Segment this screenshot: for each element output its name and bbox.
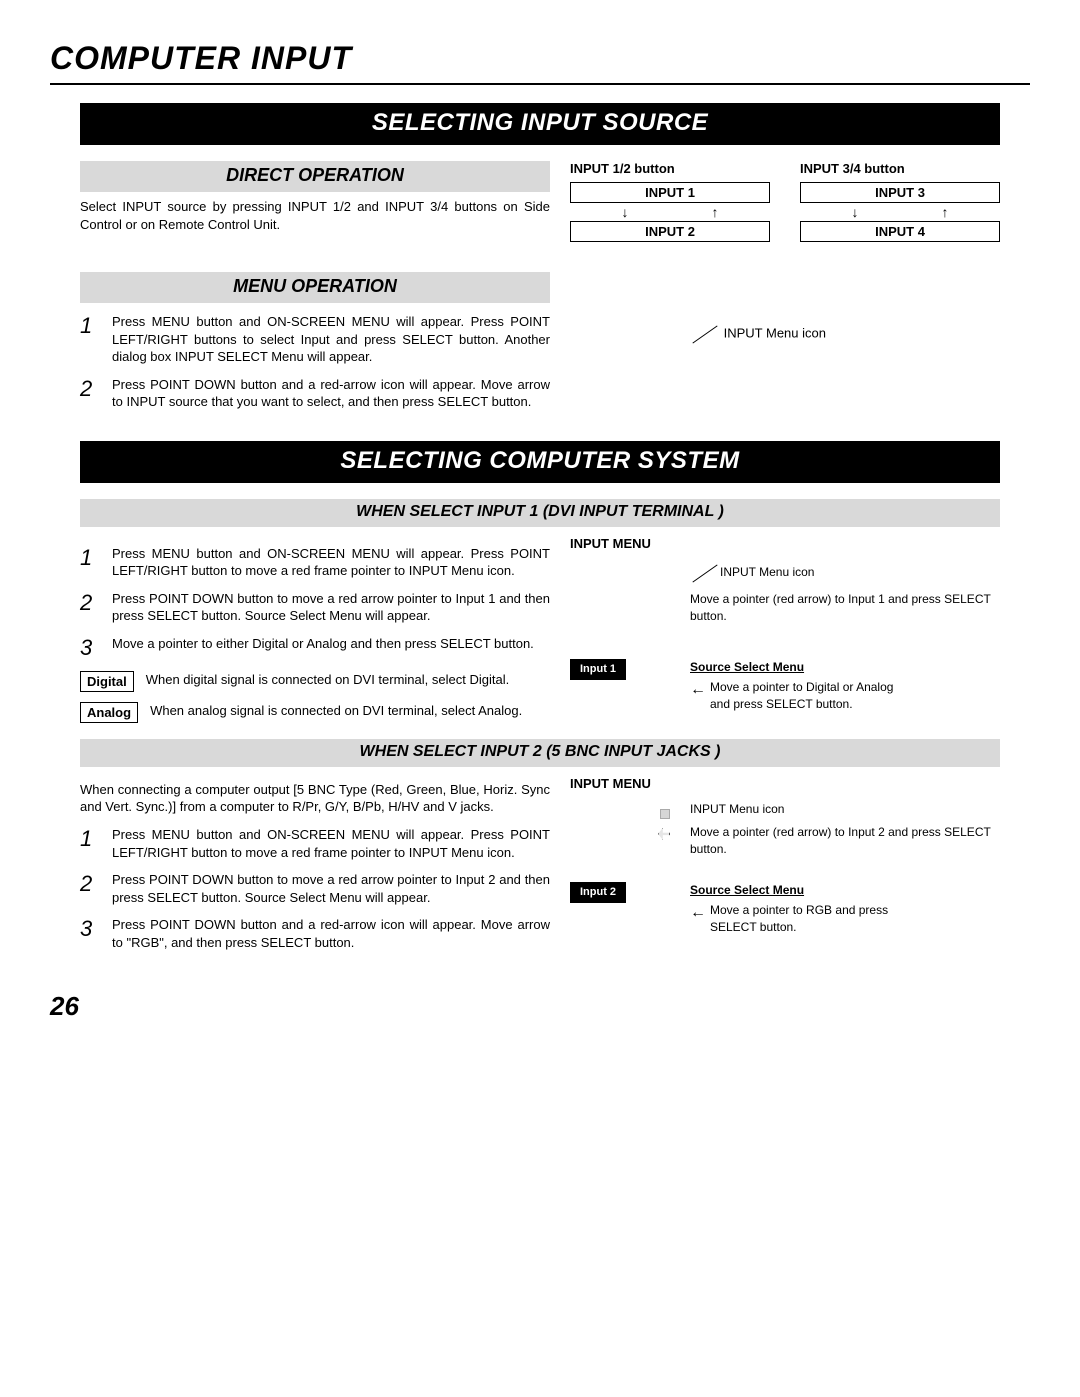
input-menu-title: INPUT MENU: [570, 775, 1000, 793]
input-menu-icon-label: INPUT Menu icon: [724, 325, 826, 340]
input34-header: INPUT 3/4 button: [800, 161, 1000, 176]
menu-op-step2: Press POINT DOWN button and a red-arrow …: [112, 376, 550, 411]
direct-operation-header: DIRECT OPERATION: [80, 161, 550, 192]
hollow-arrow-left-icon: [658, 828, 670, 840]
input12-header: INPUT 1/2 button: [570, 161, 770, 176]
input1-box: INPUT 1: [570, 182, 770, 203]
step-number: 3: [80, 916, 102, 951]
input2-chip: Input 2: [570, 882, 626, 903]
arrow-left-icon: ←: [690, 902, 706, 924]
ssm-text: Move a pointer to Digital or Analog and …: [710, 679, 910, 713]
section-bar-computer-system: SELECTING COMPUTER SYSTEM: [80, 441, 1000, 483]
menu-operation-header: MENU OPERATION: [80, 272, 550, 303]
menu-square-icon: [660, 809, 670, 819]
input-menu-title: INPUT MENU: [570, 535, 1000, 553]
analog-label: Analog: [80, 702, 138, 723]
title-rule: [50, 83, 1030, 85]
digital-text: When digital signal is connected on DVI …: [146, 671, 509, 689]
step-number: 3: [80, 635, 102, 661]
when-input2-header: WHEN SELECT INPUT 2 (5 BNC INPUT JACKS ): [80, 739, 1000, 767]
section-bar-input-source: SELECTING INPUT SOURCE: [80, 103, 1000, 145]
input2-box: INPUT 2: [570, 221, 770, 242]
arrow-left-icon: ←: [690, 679, 706, 701]
arrow-down-icon: ↓: [622, 205, 629, 219]
analog-text: When analog signal is connected on DVI t…: [150, 702, 522, 720]
input1-step2: Press POINT DOWN button to move a red ar…: [112, 590, 550, 625]
pointer-line-icon: [690, 561, 720, 585]
step-number: 1: [80, 313, 102, 366]
input1-chip: Input 1: [570, 659, 626, 680]
diagram-icon-label: INPUT Menu icon: [690, 802, 784, 816]
input2-step2: Press POINT DOWN button to move a red ar…: [112, 871, 550, 906]
arrow-down-icon: ↓: [852, 205, 859, 219]
input4-box: INPUT 4: [800, 221, 1000, 242]
step-number: 2: [80, 871, 102, 906]
step-number: 1: [80, 545, 102, 580]
input1-step1: Press MENU button and ON-SCREEN MENU wil…: [112, 545, 550, 580]
page-title: COMPUTER INPUT: [50, 40, 1030, 77]
input2-step3: Press POINT DOWN button and a red-arrow …: [112, 916, 550, 951]
digital-label: Digital: [80, 671, 134, 692]
when-input1-header: WHEN SELECT INPUT 1 (DVI INPUT TERMINAL …: [80, 499, 1000, 527]
pointer-line-icon: [690, 322, 720, 346]
input2-intro: When connecting a computer output [5 BNC…: [80, 781, 550, 816]
diagram-move-text: Move a pointer (red arrow) to Input 2 an…: [690, 824, 1000, 858]
source-select-menu-title: Source Select Menu: [690, 659, 1000, 676]
direct-operation-text: Select INPUT source by pressing INPUT 1/…: [80, 198, 550, 233]
diagram-icon-label: INPUT Menu icon: [720, 565, 814, 579]
menu-op-step1: Press MENU button and ON-SCREEN MENU wil…: [112, 313, 550, 366]
step-number: 2: [80, 590, 102, 625]
page-number: 26: [50, 991, 1030, 1022]
source-select-menu-title: Source Select Menu: [690, 882, 1000, 899]
ssm-text: Move a pointer to RGB and press SELECT b…: [710, 902, 910, 936]
step-number: 2: [80, 376, 102, 411]
input1-step3: Move a pointer to either Digital or Anal…: [112, 635, 550, 661]
input2-step1: Press MENU button and ON-SCREEN MENU wil…: [112, 826, 550, 861]
arrow-up-icon: ↑: [942, 205, 949, 219]
diagram-move-text: Move a pointer (red arrow) to Input 1 an…: [690, 591, 1000, 625]
step-number: 1: [80, 826, 102, 861]
input3-box: INPUT 3: [800, 182, 1000, 203]
arrow-up-icon: ↑: [712, 205, 719, 219]
